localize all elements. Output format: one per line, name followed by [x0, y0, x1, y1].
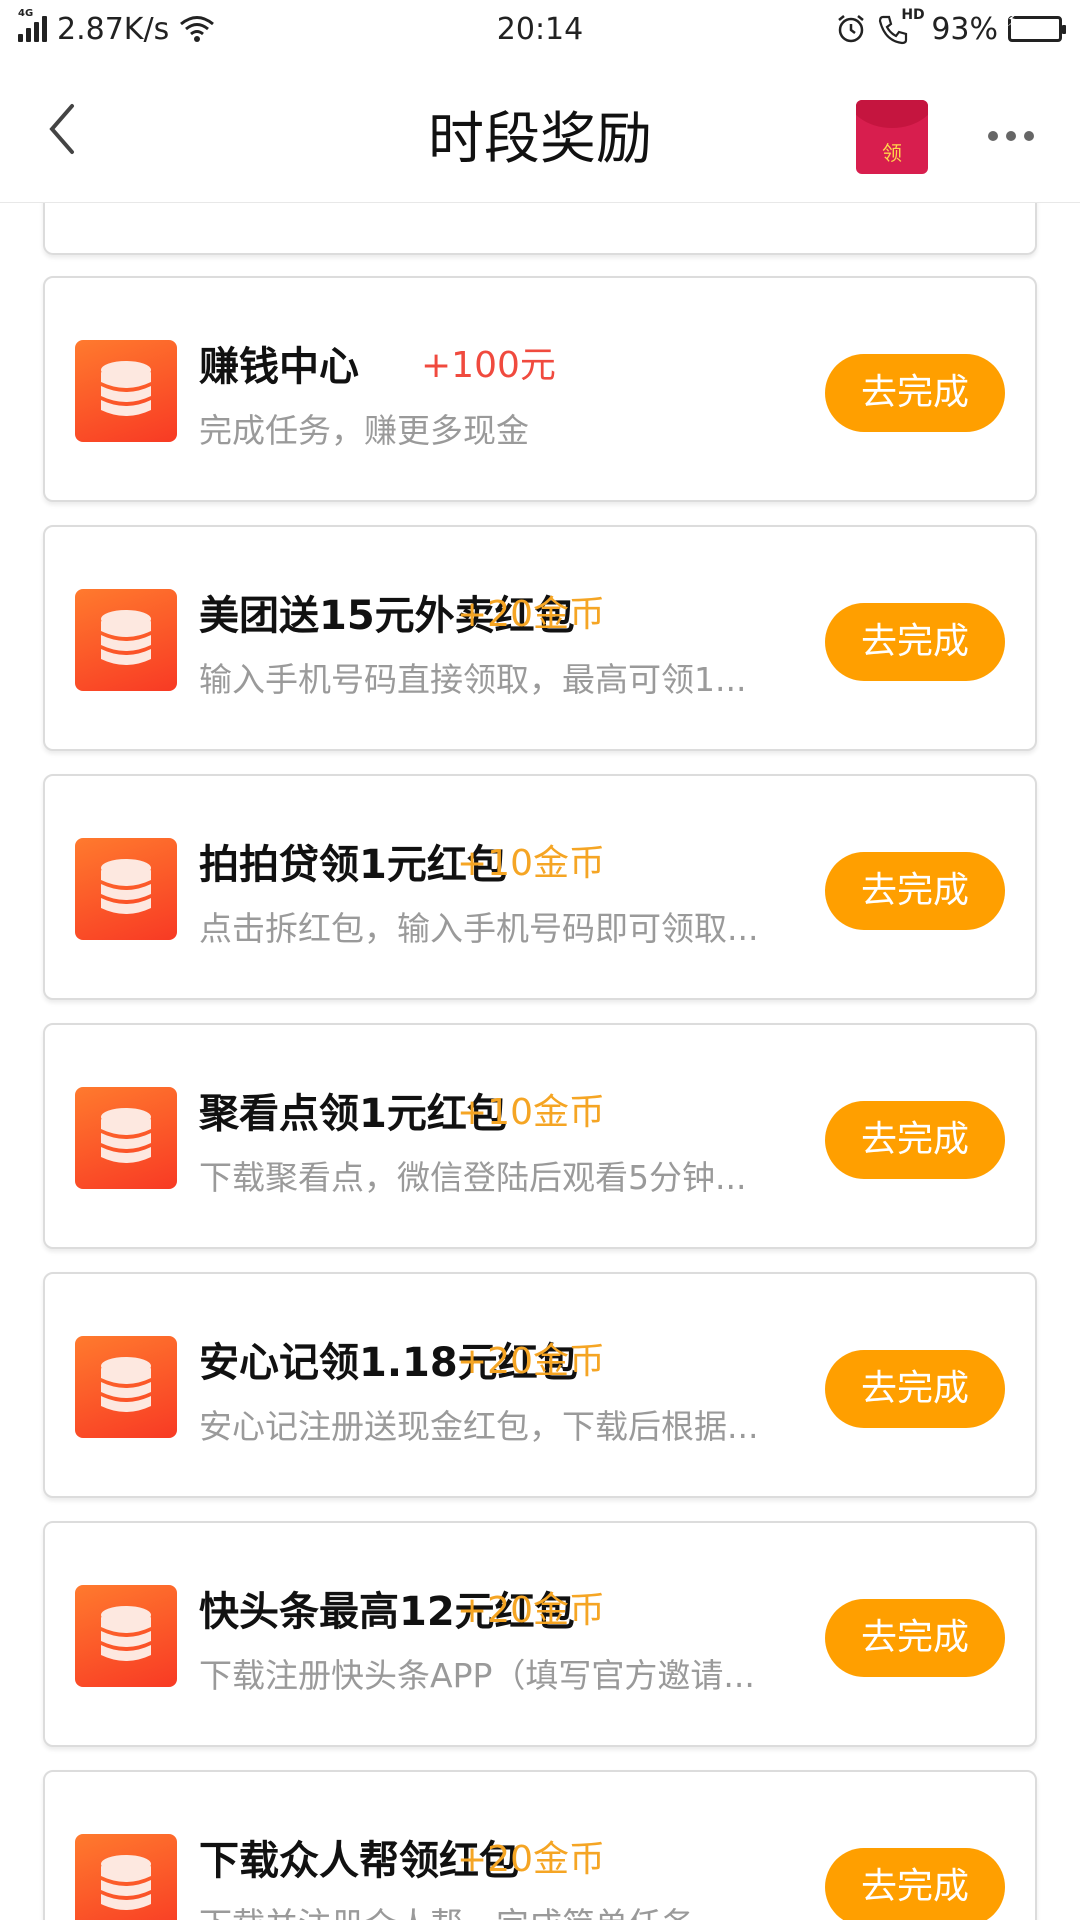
task-reward: +20金币	[457, 1590, 605, 1631]
task-card[interactable]: 拍拍贷领1元红包 +10金币 点击拆红包，输入手机号码即可领取... 去完成	[43, 774, 1037, 1000]
task-card[interactable]: 下载众人帮领红包 +20金币 下载并注册众人帮，完成简单任务... 去完成	[43, 1770, 1037, 1920]
task-title: 赚钱中心	[199, 344, 359, 390]
network-speed: 2.87K/s	[57, 11, 170, 47]
coin-stack-icon	[75, 1336, 177, 1438]
coin-stack-icon	[75, 1834, 177, 1920]
status-right: HD 93% ⚡	[835, 7, 1066, 47]
charging-bolt-icon: ⚡	[1006, 10, 1020, 31]
task-reward: +20金币	[457, 1341, 605, 1382]
task-description: 下载注册快头条APP（填写官方邀请...	[199, 1656, 755, 1695]
task-list[interactable]: 赚钱中心 +100元 完成任务，赚更多现金 去完成 美团送15元外卖红包 +20…	[0, 203, 1080, 1920]
list-item-partial	[43, 203, 1037, 255]
task-reward: +20金币	[457, 594, 605, 635]
task-description: 下载聚看点，微信登陆后观看5分钟...	[199, 1158, 747, 1197]
task-reward: +20金币	[457, 1839, 605, 1880]
wifi-icon	[180, 16, 215, 42]
battery-percent: 93%	[931, 11, 998, 47]
complete-task-button[interactable]: 去完成	[825, 603, 1005, 681]
task-description: 完成任务，赚更多现金	[199, 411, 529, 450]
hd-call-indicator: HD	[877, 7, 925, 45]
more-options-icon[interactable]	[988, 126, 1038, 146]
complete-task-button[interactable]: 去完成	[825, 852, 1005, 930]
status-left: 4G 2.87K/s	[18, 8, 215, 47]
task-description: 安心记注册送现金红包，下载后根据...	[199, 1407, 759, 1446]
complete-task-button[interactable]: 去完成	[825, 1101, 1005, 1179]
task-description: 下载并注册众人帮，完成简单任务...	[199, 1898, 839, 1920]
coin-stack-icon	[75, 589, 177, 691]
hd-label: HD	[901, 7, 925, 23]
network-type: 4G	[18, 8, 34, 19]
task-reward: +10金币	[457, 1092, 605, 1133]
red-packet-button[interactable]: 领	[856, 100, 928, 174]
task-card[interactable]: 聚看点领1元红包 +10金币 下载聚看点，微信登陆后观看5分钟... 去完成	[43, 1023, 1037, 1249]
task-card[interactable]: 赚钱中心 +100元 完成任务，赚更多现金 去完成	[43, 276, 1037, 502]
battery-icon: ⚡	[1007, 12, 1066, 42]
complete-task-button[interactable]: 去完成	[825, 1848, 1005, 1920]
coin-stack-icon	[75, 1087, 177, 1189]
coin-stack-icon	[75, 340, 177, 442]
task-card[interactable]: 快头条最高12元红包 +20金币 下载注册快头条APP（填写官方邀请... 去完…	[43, 1521, 1037, 1747]
signal-icon: 4G	[18, 8, 47, 42]
task-description: 输入手机号码直接领取，最高可领1...	[199, 660, 747, 699]
alarm-icon	[838, 15, 865, 43]
task-reward: +100元	[421, 345, 556, 386]
coin-stack-icon	[75, 1585, 177, 1687]
complete-task-button[interactable]: 去完成	[825, 354, 1005, 432]
task-description: 点击拆红包，输入手机号码即可领取...	[199, 909, 759, 948]
task-reward: +10金币	[457, 843, 605, 884]
nav-header: 时段奖励 领	[0, 58, 1080, 203]
status-bar: 4G 2.87K/s 20:14 HD 93% ⚡	[0, 0, 1080, 58]
red-packet-label: 领	[882, 141, 902, 165]
complete-task-button[interactable]: 去完成	[825, 1350, 1005, 1428]
task-card[interactable]: 安心记领1.18元红包 +20金币 安心记注册送现金红包，下载后根据... 去完…	[43, 1272, 1037, 1498]
complete-task-button[interactable]: 去完成	[825, 1599, 1005, 1677]
task-card[interactable]: 美团送15元外卖红包 +20金币 输入手机号码直接领取，最高可领1... 去完成	[43, 525, 1037, 751]
coin-stack-icon	[75, 838, 177, 940]
